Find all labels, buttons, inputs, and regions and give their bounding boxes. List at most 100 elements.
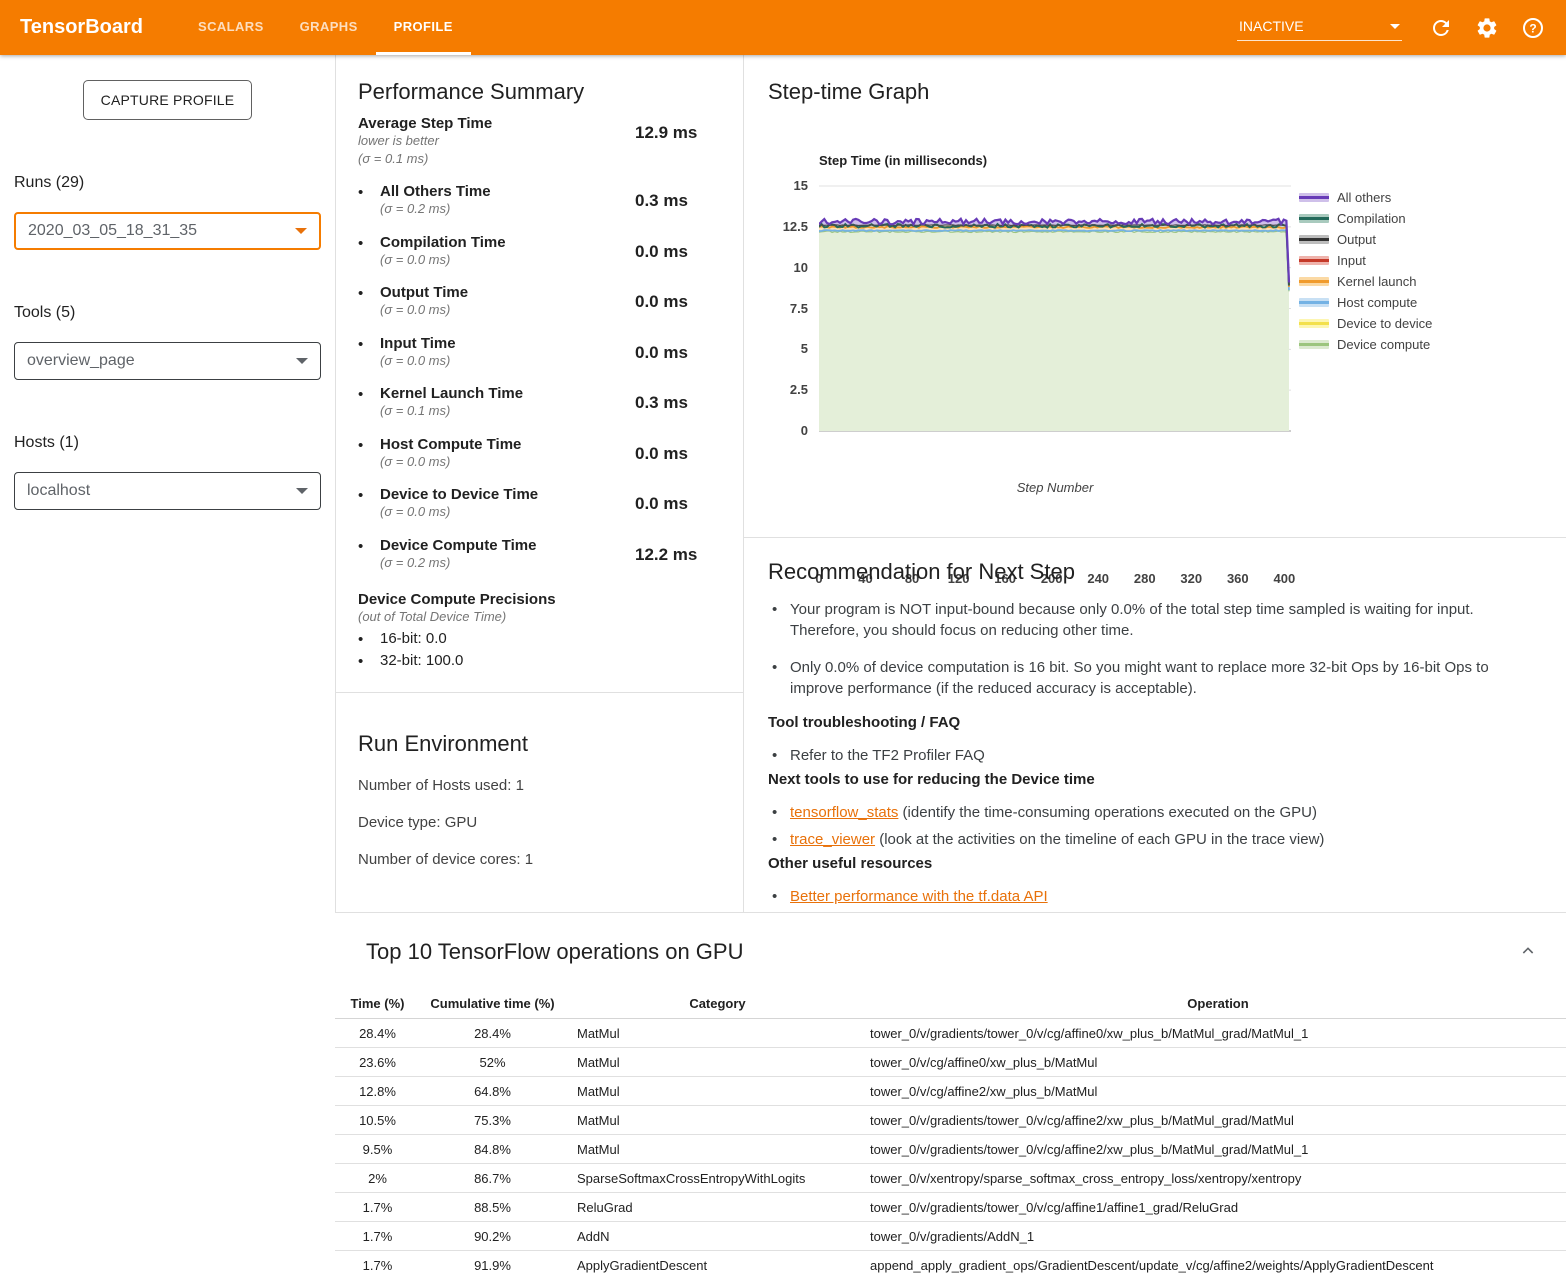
legend-item: Output — [1299, 229, 1432, 250]
legend-label: Input — [1337, 253, 1366, 268]
next-tools-title: Next tools to use for reducing the Devic… — [768, 771, 1542, 788]
avg-step-time-value: 12.9 ms — [635, 115, 723, 167]
tool-bullet: trace_viewer (look at the activities on … — [768, 829, 1542, 850]
top-ops-table: Time (%) Cumulative time (%) Category Op… — [335, 989, 1566, 1275]
legend-swatch — [1299, 319, 1329, 328]
y-tick-label: 7.5 — [746, 301, 808, 316]
legend-label: Device to device — [1337, 316, 1432, 331]
chart-legend: All others Compilation Output Input Kernel l… — [1299, 187, 1432, 355]
tensorflow-stats-link[interactable]: tensorflow_stats — [790, 804, 898, 821]
table-row: 2% 86.7% SparseSoftmaxCrossEntropyWithLo… — [335, 1164, 1566, 1193]
legend-label: Compilation — [1337, 211, 1406, 226]
legend-label: Output — [1337, 232, 1376, 247]
table-row: 23.6% 52% MatMul tower_0/v/cg/affine0/xw… — [335, 1048, 1566, 1077]
trace-viewer-link[interactable]: trace_viewer — [790, 831, 875, 848]
legend-swatch — [1299, 193, 1329, 202]
tfdata-api-link[interactable]: Better performance with the tf.data API — [790, 888, 1048, 905]
legend-label: All others — [1337, 190, 1391, 205]
capture-profile-button[interactable]: CAPTURE PROFILE — [83, 80, 253, 120]
nav-tabs: SCALARS GRAPHS PROFILE — [180, 0, 471, 55]
metric-row: • Compilation Time (σ = 0.0 ms) 0.0 ms — [358, 234, 723, 269]
precision-item: • 16-bit: 0.0 — [358, 630, 723, 648]
status-select-value: INACTIVE — [1239, 18, 1304, 34]
runs-select[interactable]: 2020_03_05_18_31_35 — [14, 212, 321, 250]
navbar: TensorBoard SCALARS GRAPHS PROFILE INACT… — [0, 0, 1566, 55]
legend-item: Compilation — [1299, 208, 1432, 229]
other-resources-title: Other useful resources — [768, 855, 1542, 872]
help-icon[interactable]: ? — [1514, 9, 1552, 47]
runs-label: Runs (29) — [14, 174, 321, 192]
chart-title: Step Time (in milliseconds) — [819, 153, 987, 168]
table-header-row: Time (%) Cumulative time (%) Category Op… — [335, 989, 1566, 1019]
legend-swatch — [1299, 340, 1329, 349]
legend-item: Device compute — [1299, 334, 1432, 355]
divider — [336, 692, 743, 693]
run-env-device-type: Device type: GPU — [358, 814, 723, 831]
hosts-select-value: localhost — [27, 482, 90, 500]
metric-row: • Host Compute Time (σ = 0.0 ms) 0.0 ms — [358, 436, 723, 471]
legend-item: Kernel launch — [1299, 271, 1432, 292]
step-time-chart[interactable] — [819, 181, 1291, 434]
run-env-hosts: Number of Hosts used: 1 — [358, 777, 723, 794]
tools-select-value: overview_page — [27, 352, 135, 370]
performance-summary-panel: Performance Summary Average Step Time lo… — [335, 55, 744, 912]
chevron-down-icon — [295, 228, 307, 234]
metric-row: • Device Compute Time (σ = 0.2 ms) 12.2 … — [358, 537, 723, 572]
recommendation-section: Recommendation for Next Step Your progra… — [768, 559, 1542, 912]
precision-item: • 32-bit: 100.0 — [358, 652, 723, 670]
legend-swatch — [1299, 235, 1329, 244]
tools-select[interactable]: overview_page — [14, 342, 321, 380]
tab-scalars[interactable]: SCALARS — [180, 0, 282, 55]
metric-row: • All Others Time (σ = 0.2 ms) 0.3 ms — [358, 183, 723, 218]
legend-swatch — [1299, 214, 1329, 223]
tool-bullet: tensorflow_stats (identify the time-cons… — [768, 802, 1542, 823]
table-row: 10.5% 75.3% MatMul tower_0/v/gradients/t… — [335, 1106, 1566, 1135]
legend-swatch — [1299, 298, 1329, 307]
table-row: 1.7% 91.9% ApplyGradientDescent append_a… — [335, 1251, 1566, 1275]
runs-select-value: 2020_03_05_18_31_35 — [28, 222, 197, 240]
avg-step-time-note: lower is better — [358, 132, 635, 150]
recommendation-title: Recommendation for Next Step — [768, 559, 1542, 585]
table-row: 9.5% 84.8% MatMul tower_0/v/gradients/to… — [335, 1135, 1566, 1164]
legend-swatch — [1299, 277, 1329, 286]
hosts-label: Hosts (1) — [14, 434, 321, 452]
divider — [744, 537, 1566, 538]
y-tick-label: 5 — [746, 341, 808, 356]
table-row: 12.8% 64.8% MatMul tower_0/v/cg/affine2/… — [335, 1077, 1566, 1106]
y-tick-label: 10 — [746, 260, 808, 275]
legend-label: Kernel launch — [1337, 274, 1417, 289]
y-tick-label: 2.5 — [746, 382, 808, 397]
y-tick-label: 0 — [746, 423, 808, 438]
right-panel: Step-time Graph Step Time (in millisecon… — [744, 55, 1566, 912]
legend-item: All others — [1299, 187, 1432, 208]
step-time-graph-title: Step-time Graph — [768, 79, 929, 105]
metric-row: • Output Time (σ = 0.0 ms) 0.0 ms — [358, 284, 723, 319]
refresh-icon[interactable] — [1422, 9, 1460, 47]
run-environment-title: Run Environment — [358, 731, 723, 757]
recommendation-bullet: Your program is NOT input-bound because … — [768, 599, 1542, 642]
legend-label: Device compute — [1337, 337, 1430, 352]
y-tick-label: 15 — [746, 178, 808, 193]
legend-item: Device to device — [1299, 313, 1432, 334]
settings-icon[interactable] — [1468, 9, 1506, 47]
tools-label: Tools (5) — [14, 304, 321, 322]
tab-profile[interactable]: PROFILE — [376, 0, 471, 55]
precisions-note: (out of Total Device Time) — [358, 608, 723, 626]
x-axis-title: Step Number — [819, 480, 1291, 495]
precisions-title: Device Compute Precisions — [358, 591, 723, 608]
collapse-chevron-icon[interactable] — [1520, 943, 1536, 964]
status-select[interactable]: INACTIVE — [1237, 14, 1402, 41]
legend-label: Host compute — [1337, 295, 1417, 310]
avg-step-time-label: Average Step Time — [358, 115, 635, 132]
resource-bullet: Better performance with the tf.data API — [768, 886, 1542, 907]
top-ops-section: Top 10 TensorFlow operations on GPU Time… — [335, 912, 1566, 1275]
faq-bullet: Refer to the TF2 Profiler FAQ — [768, 745, 1542, 766]
run-env-cores: Number of device cores: 1 — [358, 851, 723, 868]
table-row: 28.4% 28.4% MatMul tower_0/v/gradients/t… — [335, 1019, 1566, 1048]
chevron-down-icon — [296, 358, 308, 364]
metric-row: • Input Time (σ = 0.0 ms) 0.0 ms — [358, 335, 723, 370]
chevron-down-icon — [1390, 24, 1400, 29]
legend-item: Input — [1299, 250, 1432, 271]
hosts-select[interactable]: localhost — [14, 472, 321, 510]
tab-graphs[interactable]: GRAPHS — [282, 0, 376, 55]
